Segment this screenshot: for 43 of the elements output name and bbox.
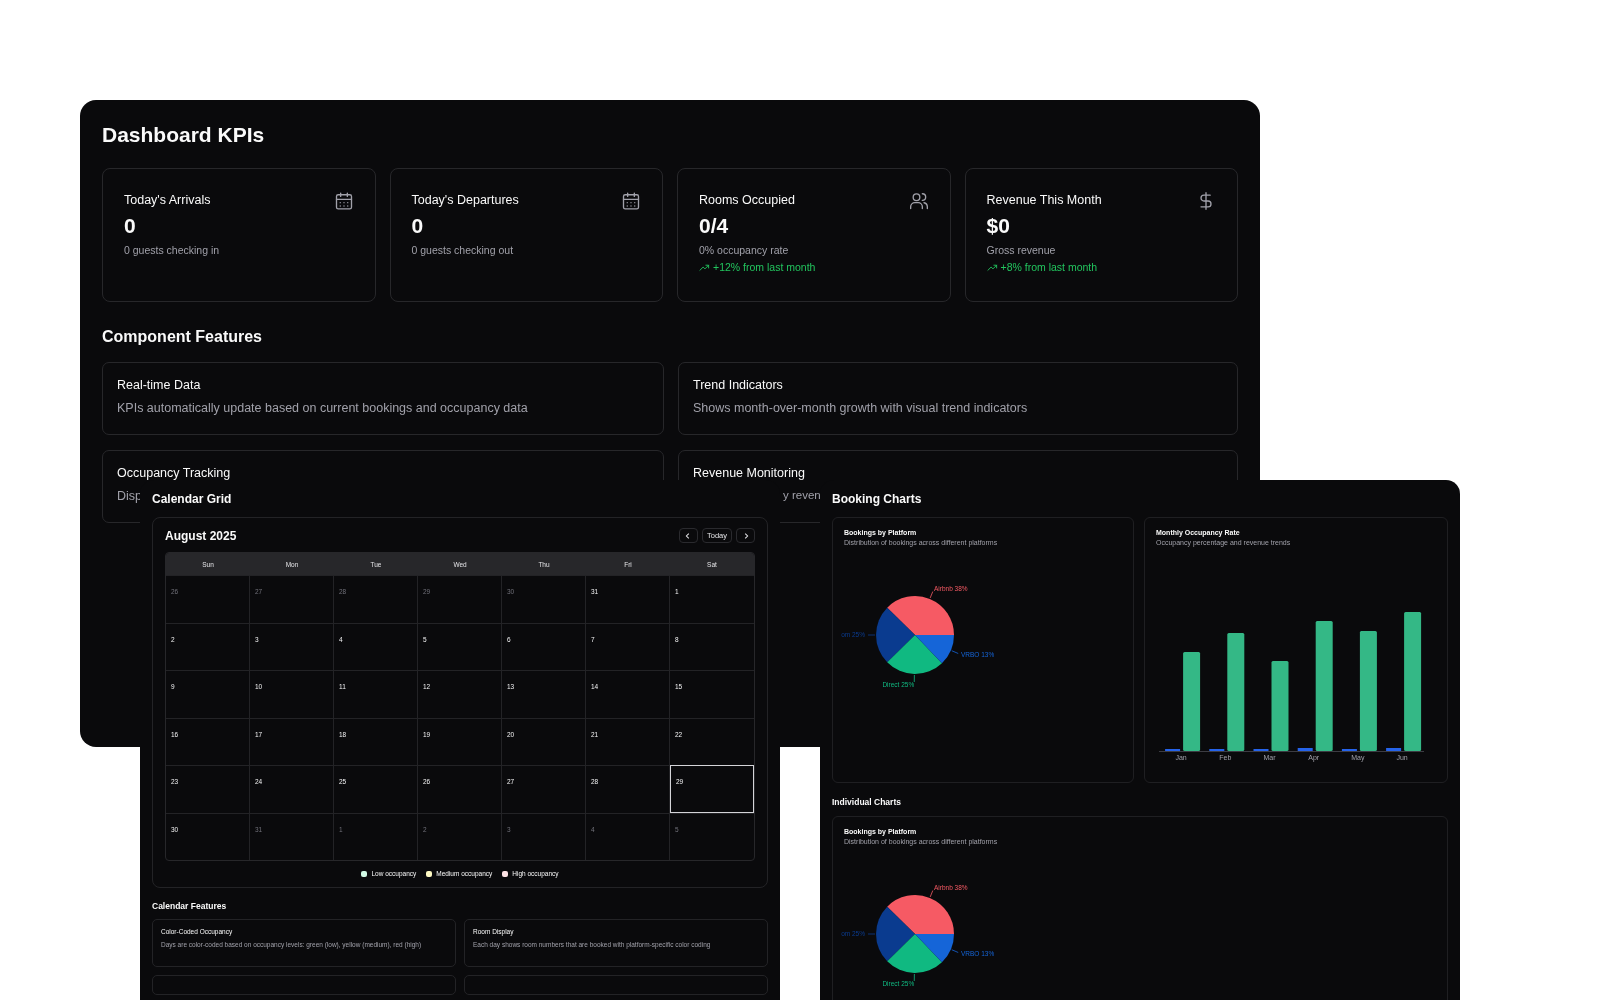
- kpi-value: 0: [124, 214, 137, 238]
- kpi-subtitle: 0 guests checking in: [124, 244, 221, 256]
- trend-text: +8% from last month: [1000, 261, 1098, 273]
- section-title: Booking Charts: [832, 492, 923, 507]
- feature-title: Real-time Data: [117, 378, 202, 392]
- kpi-subtitle: Gross revenue: [986, 244, 1057, 256]
- section-title: Calendar Features: [152, 901, 228, 911]
- kpi-value: 0/4: [699, 214, 730, 238]
- feature-title: Occupancy Tracking: [117, 466, 232, 480]
- leader-line: [929, 591, 934, 599]
- leader-line: [867, 933, 876, 935]
- leader-line: [951, 650, 959, 654]
- feature-description: Shows month-over-month growth with visual trend indicators: [693, 401, 1028, 415]
- next-button[interactable]: [736, 528, 755, 543]
- kpi-subtitle: 0 guests checking out: [411, 244, 515, 256]
- leader-line: [951, 949, 959, 953]
- kpi-value: 0: [411, 214, 425, 238]
- feature-title: Trend Indicators: [693, 378, 784, 392]
- chart-bar: [1297, 748, 1313, 751]
- kpi-subtitle: 0% occupancy rate: [699, 244, 790, 256]
- chart-bar: [1386, 748, 1402, 751]
- calendar-icon: [621, 191, 641, 211]
- section-title: Dashboard KPIs: [102, 122, 266, 148]
- section-title: Calendar Grid: [152, 492, 233, 507]
- leader-line: [867, 634, 876, 636]
- section-title: Component Features: [102, 328, 263, 346]
- kpi-title: Today's Departures: [411, 193, 519, 207]
- trend-text: +12% from last month: [713, 261, 816, 273]
- leader-line: [913, 674, 915, 683]
- leader-line: [913, 973, 915, 982]
- kpi-title: Rooms Occupied: [699, 193, 795, 207]
- previous-button[interactable]: [679, 528, 698, 543]
- feature-description: y reven: [783, 489, 821, 501]
- kpi-value: $0: [986, 214, 1011, 238]
- kpi-title: Revenue This Month: [986, 193, 1102, 207]
- leader-line: [929, 890, 934, 898]
- kpi-title: Today's Arrivals: [124, 193, 211, 207]
- calendar-icon: [333, 191, 354, 211]
- feature-title: Revenue Monitoring: [693, 466, 806, 480]
- month-title: August 2025: [165, 528, 237, 543]
- users-icon: [908, 191, 929, 211]
- section-title: Individual Charts: [832, 797, 902, 807]
- feature-description: KPIs automatically update based on current bookings and occupancy data: [117, 401, 528, 415]
